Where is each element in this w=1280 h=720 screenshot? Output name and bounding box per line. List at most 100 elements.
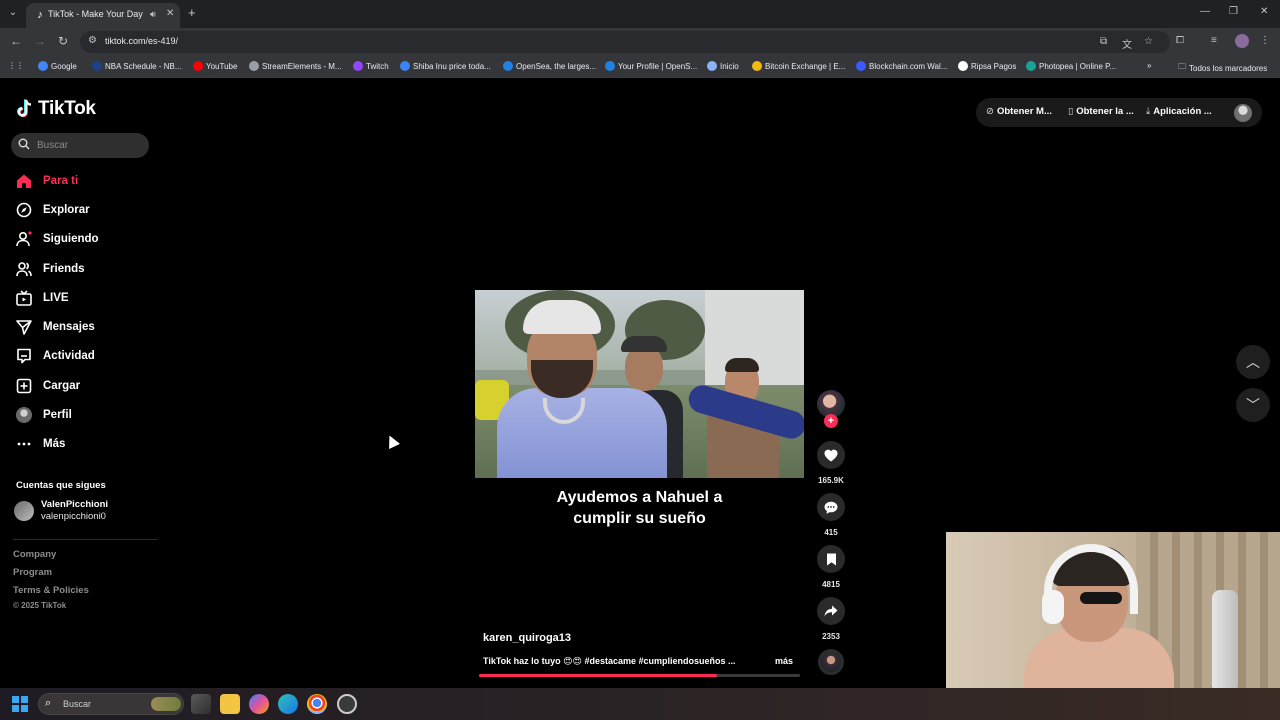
close-tab-icon[interactable]: ✕ xyxy=(166,8,174,19)
get-app-button[interactable]: ▯ Obtener la ... xyxy=(1068,106,1134,117)
task-view-icon[interactable] xyxy=(191,694,211,714)
nba-icon xyxy=(92,61,102,71)
save-button[interactable] xyxy=(817,545,845,573)
bookmark-item[interactable]: Your Profile | OpenS... xyxy=(605,61,697,71)
minimize-button[interactable]: — xyxy=(1200,6,1210,17)
music-disc[interactable] xyxy=(818,649,844,675)
bookmark-item[interactable]: NBA Schedule - NB... xyxy=(92,61,181,71)
sidebar-item-label: Más xyxy=(43,438,66,451)
back-button[interactable]: ← xyxy=(10,34,22,48)
get-coins-button[interactable]: ⊘ Obtener M... xyxy=(986,106,1052,117)
ripsa-icon xyxy=(958,61,968,71)
footer-link-program[interactable]: Program xyxy=(13,567,52,578)
reload-button[interactable]: ↻ xyxy=(58,34,68,48)
comment-count: 415 xyxy=(824,528,838,537)
home-icon xyxy=(17,174,31,188)
video-frame-person xyxy=(725,358,759,372)
bookmark-item[interactable]: Inicio xyxy=(707,61,739,71)
search-box[interactable] xyxy=(11,133,149,158)
new-tab-button[interactable]: + xyxy=(188,5,196,20)
sidebar-item-explorar[interactable]: Explorar xyxy=(0,195,160,224)
site-info-icon[interactable]: ⚙ xyxy=(88,35,97,46)
bookmark-item[interactable]: Twitch xyxy=(353,61,389,71)
sidebar-item-perfil[interactable]: Perfil xyxy=(0,400,160,429)
comment-button[interactable] xyxy=(817,493,845,521)
footer-link-terms[interactable]: Terms & Policies xyxy=(13,585,89,596)
following-account-item[interactable]: ValenPicchioni valenpicchioni0 xyxy=(14,499,108,523)
like-button[interactable] xyxy=(817,441,845,469)
copilot-icon[interactable] xyxy=(249,694,269,714)
tab-search-button[interactable]: ⌄ xyxy=(5,5,21,21)
apps-grid-icon[interactable]: ⋮⋮ xyxy=(8,61,24,70)
bookmarks-bar: ⋮⋮ Google NBA Schedule - NB... YouTube Stre… xyxy=(0,56,1280,78)
sidebar-item-label: Para ti xyxy=(43,174,79,187)
audio-playing-icon[interactable]: 🔊︎ xyxy=(150,9,156,20)
sidebar-nav: Para ti Explorar Siguiendo Friends LIVE … xyxy=(0,166,160,459)
sidebar-item-para-ti[interactable]: Para ti xyxy=(0,166,160,195)
coin-icon: ⊘ xyxy=(986,106,994,117)
sidebar-item-actividad[interactable]: Actividad xyxy=(0,342,160,371)
bookmark-item[interactable]: Bitcoin Exchange | E... xyxy=(752,61,845,71)
search-highlight-icon xyxy=(151,697,181,711)
mouse-cursor xyxy=(384,433,400,449)
browser-profile-avatar[interactable] xyxy=(1235,34,1249,48)
more-button[interactable]: más xyxy=(775,656,793,666)
user-avatar[interactable] xyxy=(1234,104,1252,122)
bookmark-star-icon[interactable]: ☆ xyxy=(1144,36,1153,47)
windows-start-icon[interactable] xyxy=(12,696,28,712)
edge-icon[interactable] xyxy=(278,694,298,714)
search-input[interactable] xyxy=(37,137,142,153)
tiktok-logo[interactable]: TikTok xyxy=(16,98,96,120)
desktop-app-button[interactable]: ⤓ Aplicación ... xyxy=(1146,106,1212,117)
bookmark-item[interactable]: Google xyxy=(38,61,77,71)
sidebar-item-live[interactable]: LIVE xyxy=(0,283,160,312)
sidebar-item-siguiendo[interactable]: Siguiendo xyxy=(0,225,160,254)
profile-avatar xyxy=(16,407,32,424)
search-icon xyxy=(18,138,30,150)
share-button[interactable] xyxy=(817,597,845,625)
video-progress-bar[interactable] xyxy=(479,674,800,677)
video-author[interactable]: karen_quiroga13 xyxy=(483,632,571,644)
sidebar-item-friends[interactable]: Friends xyxy=(0,254,160,283)
video-player[interactable] xyxy=(475,290,804,478)
bookmark-label: Shiba Inu price toda... xyxy=(413,61,491,71)
sidebar-item-cargar[interactable]: Cargar xyxy=(0,371,160,400)
browser-menu-icon[interactable]: ⋮ xyxy=(1260,35,1270,46)
obs-icon[interactable] xyxy=(337,694,357,714)
restore-button[interactable]: ❐ xyxy=(1229,6,1238,17)
next-video-button[interactable]: ﹀ xyxy=(1236,388,1270,422)
bookmark-item[interactable]: StreamElements - M... xyxy=(249,61,342,71)
comment-icon xyxy=(824,501,838,514)
footer-link-company[interactable]: Company xyxy=(13,549,56,560)
translate-icon[interactable]: 文 xyxy=(1122,36,1132,51)
sidebar-item-mas[interactable]: Más xyxy=(0,430,160,459)
bookmark-item[interactable]: Ripsa Pagos xyxy=(958,61,1016,71)
extensions-icon[interactable]: ⧠ xyxy=(1176,35,1184,46)
install-app-icon[interactable]: ⧉ xyxy=(1100,36,1107,47)
previous-video-button[interactable]: ︿ xyxy=(1236,345,1270,379)
bookmark-item[interactable]: OpenSea, the larges... xyxy=(503,61,596,71)
bookmark-item[interactable]: Shiba Inu price toda... xyxy=(400,61,491,71)
media-controls-icon[interactable]: ≡ xyxy=(1211,35,1217,46)
close-window-button[interactable]: ✕ xyxy=(1260,6,1268,17)
address-bar[interactable]: ⚙ tiktok.com/es-419/ ⧉ 文 ☆ xyxy=(80,31,1170,53)
chrome-icon[interactable] xyxy=(307,694,327,714)
search-icon: ⌕ xyxy=(45,697,52,709)
more-bookmarks-icon[interactable]: » xyxy=(1147,61,1151,70)
file-explorer-icon[interactable] xyxy=(220,694,240,714)
bookmark-item[interactable]: YouTube xyxy=(193,61,237,71)
headphones-icon xyxy=(1042,590,1064,624)
get-app-label: Obtener la ... xyxy=(1076,106,1134,117)
forward-button[interactable]: → xyxy=(34,34,46,48)
bookmark-item[interactable]: Blockchain.com Wal... xyxy=(856,61,947,71)
bookmark-label: Photopea | Online P... xyxy=(1039,61,1117,71)
bookmark-item[interactable]: Photopea | Online P... xyxy=(1026,61,1116,71)
browser-tab[interactable]: ♪ TikTok - Make Your Day 🔊︎ ✕ xyxy=(26,3,180,28)
taskbar-search[interactable]: ⌕ Buscar xyxy=(38,693,184,715)
copyright-text: © 2025 TikTok xyxy=(13,601,67,610)
all-bookmarks-folder[interactable]: 🗀 Todos los marcadores xyxy=(1178,61,1267,75)
sidebar-item-mensajes[interactable]: Mensajes xyxy=(0,312,160,341)
url-text[interactable]: tiktok.com/es-419/ xyxy=(105,36,178,46)
all-bookmarks-label: Todos los marcadores xyxy=(1189,63,1268,73)
follow-plus-icon[interactable]: + xyxy=(824,414,838,428)
